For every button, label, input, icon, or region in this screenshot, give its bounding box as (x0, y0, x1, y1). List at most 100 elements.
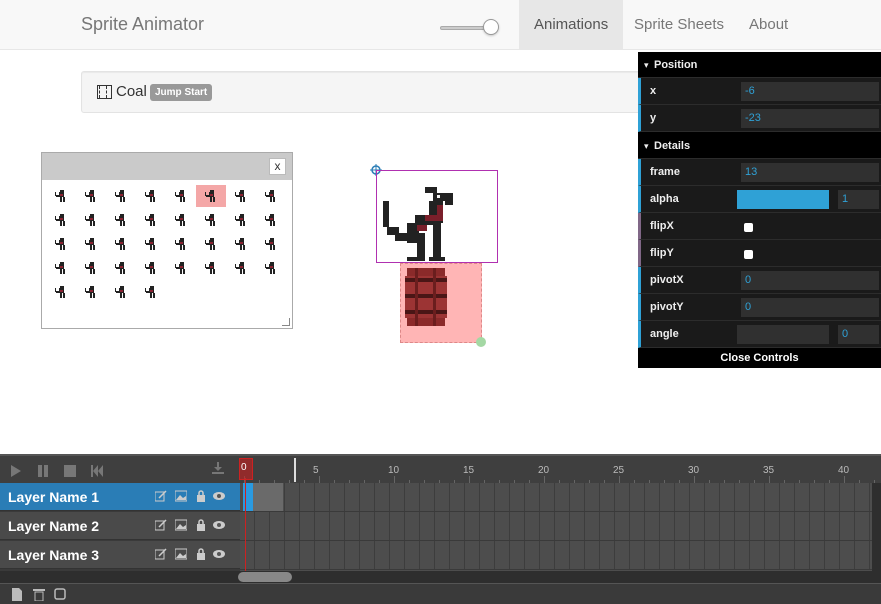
play-icon[interactable] (10, 465, 22, 477)
stop-icon[interactable] (64, 465, 76, 477)
sprite-frame-cell[interactable] (256, 185, 286, 207)
sprite-frame-cell[interactable] (196, 257, 226, 279)
layer-name[interactable]: Layer Name 1 (8, 483, 99, 511)
sprite-frame-cell[interactable] (196, 209, 226, 231)
sprite-frame-cell[interactable] (136, 185, 166, 207)
image-icon[interactable] (175, 519, 187, 531)
lock-icon[interactable] (195, 548, 207, 560)
sprite-sheet-header[interactable]: x (42, 153, 292, 180)
angle-input[interactable]: 0 (838, 325, 879, 344)
edit-icon[interactable] (155, 548, 167, 560)
eye-icon[interactable] (213, 519, 225, 531)
sprite-frame-cell[interactable] (106, 185, 136, 207)
sprite-frame-cell[interactable] (226, 209, 256, 231)
control-pivoty-label: pivotY (650, 301, 684, 313)
eye-icon[interactable] (213, 548, 225, 560)
layer-name[interactable]: Layer Name 2 (8, 512, 99, 540)
resize-grip-icon[interactable] (282, 318, 290, 326)
pause-icon[interactable] (37, 465, 49, 477)
details-folder[interactable]: Details (638, 133, 881, 159)
frame-row-2[interactable] (240, 512, 872, 541)
zoom-slider-handle[interactable] (483, 19, 499, 35)
sprite-frame-cell[interactable] (106, 209, 136, 231)
layer-row-2[interactable]: Layer Name 2 (0, 512, 240, 540)
trash-icon[interactable] (33, 588, 45, 601)
sprite-frame-cell[interactable] (256, 233, 286, 255)
frame-span[interactable] (253, 483, 283, 511)
sprite-frame-cell[interactable] (166, 209, 196, 231)
playhead-marker[interactable]: 0 (239, 458, 253, 480)
x-input[interactable]: -6 (741, 82, 879, 101)
sprite-frame-cell[interactable] (166, 233, 196, 255)
pivotx-input[interactable]: 0 (741, 271, 879, 290)
lock-icon[interactable] (195, 519, 207, 531)
nav-about[interactable]: About (734, 0, 803, 50)
frame-grid[interactable] (240, 483, 872, 571)
alpha-slider[interactable] (737, 190, 829, 209)
barrel-selection-box[interactable] (400, 263, 482, 343)
sprite-frame-cell[interactable] (76, 185, 106, 207)
sprite-selection-box[interactable] (376, 170, 498, 263)
sprite-frame-cell[interactable] (76, 281, 106, 303)
frame-row-3[interactable] (240, 541, 872, 570)
frame-input[interactable]: 13 (741, 163, 879, 182)
eye-icon[interactable] (213, 490, 225, 502)
sprite-frame-cell[interactable] (106, 257, 136, 279)
sprite-frame-cell[interactable] (106, 281, 136, 303)
pivoty-input[interactable]: 0 (741, 298, 879, 317)
new-layer-icon[interactable] (11, 588, 23, 601)
sprite-frame-cell[interactable] (46, 257, 76, 279)
scrollbar-thumb[interactable] (238, 572, 292, 582)
sprite-frame-cell[interactable] (256, 209, 286, 231)
sprite-frame-cell[interactable] (226, 185, 256, 207)
close-sheet-button[interactable]: x (269, 158, 286, 175)
layer-name[interactable]: Layer Name 3 (8, 541, 99, 569)
layer-row-3[interactable]: Layer Name 3 (0, 541, 240, 569)
sprite-frame-cell[interactable] (226, 233, 256, 255)
edit-icon[interactable] (155, 519, 167, 531)
brand-title[interactable]: Sprite Animator (81, 14, 204, 35)
sprite-frame-cell[interactable] (166, 185, 196, 207)
edit-icon[interactable] (155, 490, 167, 502)
sprite-frame-cell[interactable] (166, 257, 196, 279)
sprite-frame-cell[interactable] (136, 257, 166, 279)
layer-row-1[interactable]: Layer Name 1 (0, 483, 240, 511)
sprite-frame-cell[interactable] (196, 233, 226, 255)
sprite-frame-cell[interactable] (106, 233, 136, 255)
sprite-frame-cell[interactable] (46, 209, 76, 231)
sprite-frame-cell[interactable] (76, 257, 106, 279)
sprite-frame-cell[interactable] (76, 209, 106, 231)
range-end-marker[interactable] (294, 458, 296, 482)
square-icon[interactable] (54, 588, 66, 601)
sprite-frame-cell[interactable] (76, 233, 106, 255)
scale-handle[interactable] (476, 337, 486, 347)
sprite-frame-cell[interactable] (136, 209, 166, 231)
nav-sprite-sheets[interactable]: Sprite Sheets (619, 0, 739, 50)
sprite-frame-thumbnail (145, 238, 155, 250)
lock-icon[interactable] (195, 490, 207, 502)
timeline-horizontal-scrollbar[interactable] (0, 571, 881, 583)
rewind-icon[interactable] (91, 465, 103, 477)
position-folder[interactable]: Position (638, 52, 881, 78)
flipy-checkbox[interactable] (744, 250, 753, 259)
download-icon[interactable] (212, 462, 224, 474)
image-icon[interactable] (175, 548, 187, 560)
image-icon[interactable] (175, 490, 187, 502)
timeline-vertical-scrollbar[interactable] (872, 483, 881, 571)
sprite-frame-cell[interactable] (136, 281, 166, 303)
close-controls-button[interactable]: Close Controls (638, 348, 881, 368)
sprite-frame-cell[interactable] (46, 233, 76, 255)
alpha-input[interactable]: 1 (838, 190, 879, 209)
sprite-frame-cell[interactable] (196, 185, 226, 207)
angle-slider[interactable] (737, 325, 829, 344)
flipx-checkbox[interactable] (744, 223, 753, 232)
sprite-frame-cell[interactable] (136, 233, 166, 255)
nav-animations[interactable]: Animations (519, 0, 624, 50)
y-input[interactable]: -23 (741, 109, 879, 128)
sprite-frame-cell[interactable] (226, 257, 256, 279)
frame-row-1[interactable] (240, 483, 872, 512)
sprite-frame-cell[interactable] (46, 185, 76, 207)
timeline-ruler[interactable]: 5 10 15 20 25 30 35 40 (240, 454, 881, 484)
sprite-frame-cell[interactable] (256, 257, 286, 279)
sprite-frame-cell[interactable] (46, 281, 76, 303)
